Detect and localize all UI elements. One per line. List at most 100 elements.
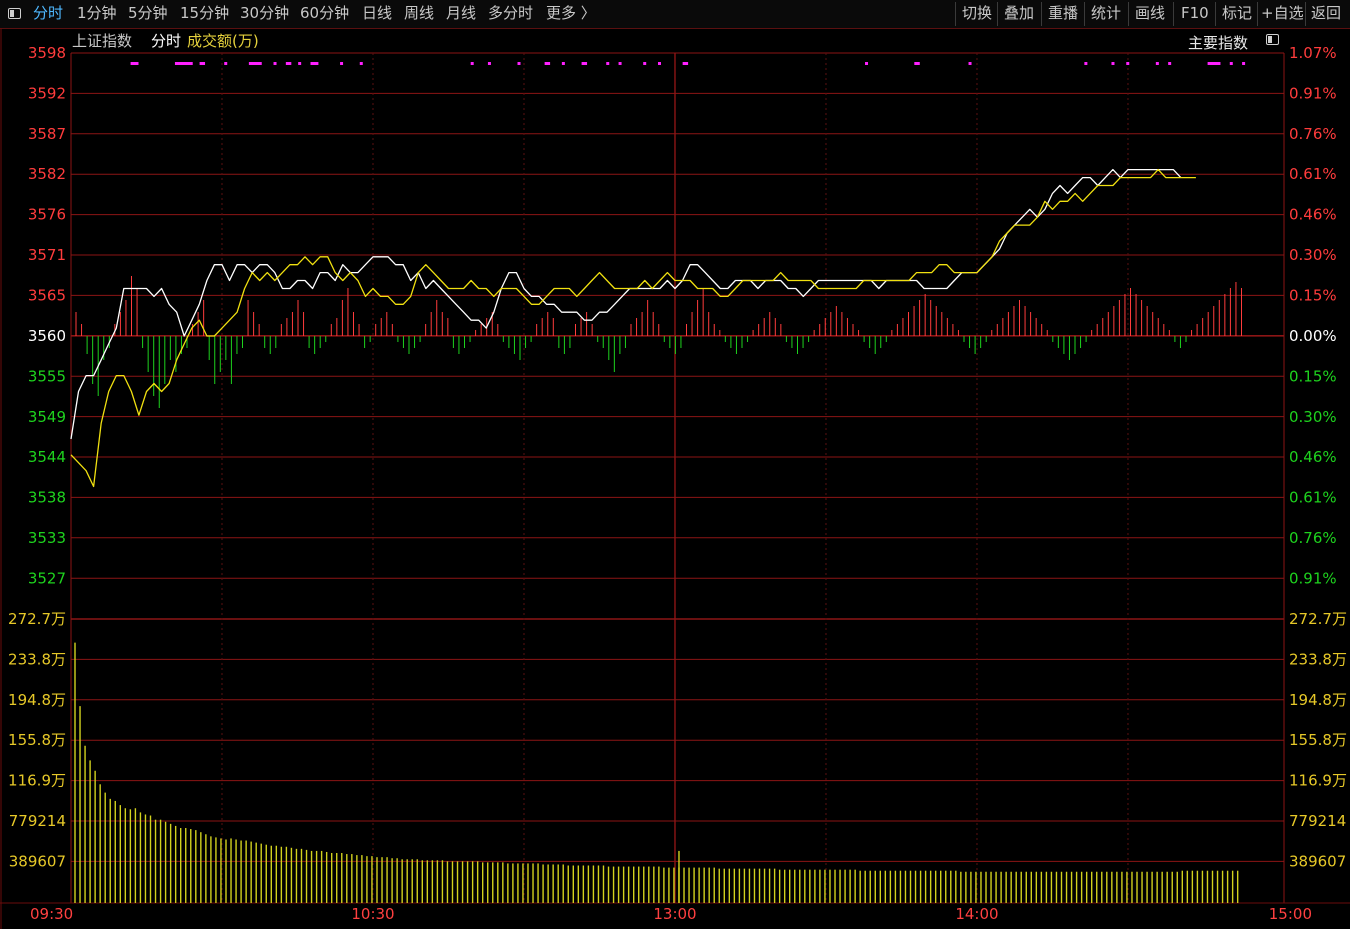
tab-8[interactable]: 月线 — [446, 3, 476, 23]
pct-tick-lower: 0.46% — [1289, 448, 1337, 466]
price-line — [70, 168, 1182, 440]
tab-3[interactable]: 15分钟 — [180, 3, 229, 23]
intraday-chart: 3598 3592 3587 3582 3576 3571 3565 3560 3555 3549… — [0, 28, 1350, 929]
signal-marker — [298, 62, 302, 65]
signal-marker — [1217, 62, 1221, 65]
time-tick: 14:00 — [955, 905, 998, 923]
tab-7[interactable]: 周线 — [404, 3, 434, 23]
volume-tick-right: 233.8万 — [1289, 650, 1347, 668]
signal-marker — [547, 62, 551, 65]
volume-tick-right: 194.8万 — [1289, 691, 1347, 709]
volume-tick-left: 233.8万 — [8, 650, 66, 668]
volume-tick-right: 155.8万 — [1289, 731, 1347, 749]
signal-marker — [189, 62, 193, 65]
action-2[interactable]: 重播 — [1048, 3, 1078, 23]
pct-tick-lower: 0.15% — [1289, 367, 1337, 385]
action-7[interactable]: +自选 — [1261, 3, 1304, 23]
volume-tick-right: 389607 — [1289, 852, 1346, 870]
pct-tick-upper: 1.07% — [1289, 44, 1337, 62]
signal-marker — [1229, 62, 1233, 65]
pct-tick-lower: 0.91% — [1289, 569, 1337, 587]
price-tick-lower: 3533 — [28, 529, 66, 547]
tab-9[interactable]: 多分时 — [488, 3, 533, 23]
pct-tick-lower: 0.30% — [1289, 408, 1337, 426]
toolbar-divider — [1173, 2, 1174, 26]
signal-marker — [517, 62, 521, 65]
price-tick-lower: 3555 — [28, 367, 66, 385]
signal-marker — [606, 62, 610, 65]
signal-marker — [968, 62, 972, 65]
signal-marker — [487, 62, 491, 65]
toolbar-divider — [1084, 2, 1085, 26]
pct-tick-upper: 0.91% — [1289, 84, 1337, 102]
pct-tick-lower: 0.76% — [1289, 529, 1337, 547]
average-line — [70, 168, 1196, 488]
volume-tick-left: 779214 — [9, 812, 66, 830]
volume-tick-left: 116.9万 — [8, 772, 66, 790]
signal-marker — [657, 62, 661, 65]
toolbar: 分时 1分钟 5分钟 15分钟 30分钟 60分钟 日线 周线 月线 多分时 更多 〉 切换 叠加 重播… — [0, 0, 1350, 29]
signal-marker — [1084, 62, 1088, 65]
tab-1[interactable]: 1分钟 — [77, 3, 117, 23]
panel-toggle-icon[interactable] — [8, 8, 21, 19]
action-0[interactable]: 切换 — [962, 3, 992, 23]
price-tick-lower: 3544 — [28, 448, 66, 466]
price-tick-lower: 3527 — [28, 569, 66, 587]
toolbar-divider — [997, 2, 998, 26]
pct-tick-upper: 0.46% — [1289, 206, 1337, 224]
action-5[interactable]: F10 — [1181, 3, 1209, 23]
toolbar-divider — [1128, 2, 1129, 26]
signal-marker — [340, 62, 344, 65]
signal-marker — [288, 62, 292, 65]
action-4[interactable]: 画线 — [1135, 3, 1165, 23]
tab-2[interactable]: 5分钟 — [128, 3, 168, 23]
tab-5[interactable]: 60分钟 — [300, 3, 349, 23]
price-tick-lower: 3549 — [28, 408, 66, 426]
signal-marker — [1126, 62, 1130, 65]
tab-10[interactable]: 更多 〉 — [546, 3, 596, 23]
signal-marker — [470, 62, 474, 65]
volume-tick-left: 272.7万 — [8, 610, 66, 628]
signal-marker — [1111, 62, 1115, 65]
signal-marker — [202, 62, 206, 65]
price-tick-upper: 3598 — [28, 44, 66, 62]
volume-tick-left: 389607 — [9, 852, 66, 870]
signal-marker — [643, 62, 647, 65]
time-tick: 15:00 — [1269, 905, 1312, 923]
price-tick-upper: 3587 — [28, 125, 66, 143]
time-tick: 13:00 — [653, 905, 696, 923]
tab-4[interactable]: 30分钟 — [240, 3, 289, 23]
volume-tick-left: 155.8万 — [8, 731, 66, 749]
signal-marker — [224, 62, 228, 65]
tab-6[interactable]: 日线 — [362, 3, 392, 23]
price-tick-upper: 3576 — [28, 206, 66, 224]
toolbar-divider — [955, 2, 956, 26]
action-6[interactable]: 标记 — [1222, 3, 1252, 23]
pct-tick-upper: 0.61% — [1289, 165, 1337, 183]
action-3[interactable]: 统计 — [1091, 3, 1121, 23]
tab-0[interactable]: 分时 — [33, 3, 63, 23]
pct-tick-base: 0.00% — [1289, 327, 1337, 345]
action-8[interactable]: 返回 — [1311, 3, 1341, 23]
action-1[interactable]: 叠加 — [1004, 3, 1034, 23]
signal-marker — [315, 62, 319, 65]
price-tick-upper: 3565 — [28, 286, 66, 304]
toolbar-divider — [1215, 2, 1216, 26]
signal-marker — [273, 62, 277, 65]
volume-tick-left: 194.8万 — [8, 691, 66, 709]
price-tick-upper: 3592 — [28, 84, 66, 102]
toolbar-divider — [1305, 2, 1306, 26]
volume-tick-right: 116.9万 — [1289, 772, 1347, 790]
pct-tick-upper: 0.15% — [1289, 286, 1337, 304]
pct-tick-upper: 0.76% — [1289, 125, 1337, 143]
signal-marker — [561, 62, 565, 65]
pct-tick-upper: 0.30% — [1289, 246, 1337, 264]
signal-marker — [135, 62, 139, 65]
signal-marker — [258, 62, 262, 65]
price-tick-upper: 3582 — [28, 165, 66, 183]
signal-marker — [618, 62, 622, 65]
signal-marker — [1242, 62, 1246, 65]
time-tick: 10:30 — [351, 905, 394, 923]
signal-marker — [584, 62, 588, 65]
toolbar-divider — [1257, 2, 1258, 26]
